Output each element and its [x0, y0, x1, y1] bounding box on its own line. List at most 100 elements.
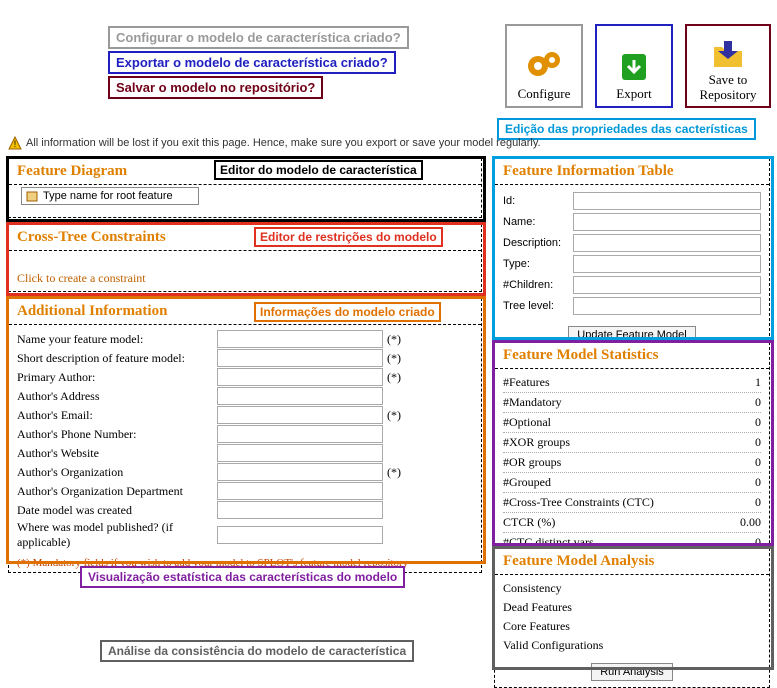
info-input[interactable] [573, 213, 761, 231]
callout-feature-diagram: Editor do modelo de característica [214, 160, 423, 180]
folder-arrow-icon [708, 39, 748, 71]
form-row: Author's Organization(*) [17, 463, 473, 481]
info-row: #Children: [503, 276, 761, 294]
required-mark: (*) [387, 408, 401, 423]
warning-text: All information will be lost if you exit… [26, 137, 541, 149]
form-row: Name your feature model:(*) [17, 330, 473, 348]
info-row: Name: [503, 213, 761, 231]
save-button[interactable]: Save to Repository [685, 24, 771, 108]
info-label: Name: [503, 216, 573, 228]
configure-button[interactable]: Configure [505, 24, 583, 108]
info-input[interactable] [573, 297, 761, 315]
required-mark: (*) [387, 332, 401, 347]
additional-panel: Additional Information Name your feature… [8, 298, 482, 573]
form-input[interactable] [217, 349, 383, 367]
form-label: Short description of feature model: [17, 351, 217, 366]
stat-key: #Cross-Tree Constraints (CTC) [503, 495, 654, 510]
form-row: Author's Website [17, 444, 473, 462]
stat-key: #Optional [503, 415, 551, 430]
form-row: Short description of feature model: (*) [17, 349, 473, 367]
callout-analysis: Análise da consistência do modelo de car… [100, 640, 414, 662]
form-input[interactable] [217, 463, 383, 481]
stat-row: #Cross-Tree Constraints (CTC) 0 [503, 493, 761, 513]
info-input[interactable] [573, 192, 761, 210]
stats-panel: Feature Model Statistics #Features1#Mand… [494, 342, 770, 578]
info-row: Description: [503, 234, 761, 252]
form-label: Author's Phone Number: [17, 427, 217, 442]
form-input[interactable] [217, 482, 383, 500]
callout-export: Exportar o modelo de característica cria… [108, 51, 396, 74]
form-label: Author's Address [17, 389, 217, 404]
stat-key: #Features [503, 375, 550, 390]
info-table-panel: Feature Information Table Id: Name: Descri… [494, 158, 770, 351]
stat-value: 1 [755, 375, 761, 390]
form-input[interactable] [217, 425, 383, 443]
form-input[interactable] [217, 368, 383, 386]
info-row: Tree level: [503, 297, 761, 315]
stat-value: 0 [755, 395, 761, 410]
feature-icon [26, 190, 38, 202]
info-label: Tree level: [503, 300, 573, 312]
analysis-title: Feature Model Analysis [495, 549, 769, 575]
form-label: Date model was created [17, 503, 217, 518]
form-row: Date model was created [17, 501, 473, 519]
info-row: Id: [503, 192, 761, 210]
root-feature-input[interactable] [42, 189, 194, 203]
stat-row: #XOR groups0 [503, 433, 761, 453]
form-row: Author's Phone Number: [17, 425, 473, 443]
form-input[interactable] [217, 387, 383, 405]
form-label: Where was model published? (if applicabl… [17, 520, 217, 550]
info-label: #Children: [503, 279, 573, 291]
callout-additional: Informações do modelo criado [254, 302, 441, 322]
export-label: Export [616, 86, 651, 102]
form-input[interactable] [217, 501, 383, 519]
form-label: Author's Website [17, 446, 217, 461]
info-label: Id: [503, 195, 573, 207]
form-input[interactable] [217, 406, 383, 424]
warning-row: ! All information will be lost if you ex… [8, 136, 541, 150]
info-label: Description: [503, 237, 573, 249]
stat-value: 0 [755, 475, 761, 490]
create-constraint-link[interactable]: Click to create a constraint [9, 269, 481, 290]
gear-icon [524, 48, 564, 84]
required-mark: (*) [387, 351, 401, 366]
stat-key: #Grouped [503, 475, 551, 490]
export-button[interactable]: Export [595, 24, 673, 108]
form-input[interactable] [217, 330, 383, 348]
info-row: Type: [503, 255, 761, 273]
save-label: Save to Repository [687, 73, 769, 102]
analysis-panel: Feature Model Analysis ConsistencyDead F… [494, 548, 770, 688]
callout-save: Salvar o modelo no repositório? [108, 76, 323, 99]
stat-value: 0 [755, 495, 761, 510]
form-row: Author's Organization Department [17, 482, 473, 500]
info-input[interactable] [573, 234, 761, 252]
analysis-row: Valid Configurations [503, 636, 761, 655]
run-analysis-button[interactable]: Run Analysis [591, 663, 673, 681]
form-label: Primary Author: [17, 370, 217, 385]
stat-row: #OR groups0 [503, 453, 761, 473]
form-input[interactable] [217, 526, 383, 544]
form-row: Primary Author:(*) [17, 368, 473, 386]
warning-icon: ! [8, 136, 22, 150]
stat-row: #Features 1 [503, 373, 761, 393]
analysis-row: Core Features [503, 617, 761, 636]
form-input[interactable] [217, 444, 383, 462]
form-row: Where was model published? (if applicabl… [17, 520, 473, 550]
callout-stats: Visualização estatística das característ… [80, 566, 405, 588]
info-input[interactable] [573, 276, 761, 294]
stat-key: CTCR (%) [503, 515, 555, 530]
required-mark: (*) [387, 465, 401, 480]
form-row: Author's Email:(*) [17, 406, 473, 424]
stat-row: CTCR (%)0.00 [503, 513, 761, 533]
form-label: Author's Organization Department [17, 484, 217, 499]
info-table-title: Feature Information Table [495, 159, 769, 185]
export-icon [614, 48, 654, 84]
callout-constraints: Editor de restrições do modelo [254, 227, 443, 247]
stat-key: #OR groups [503, 455, 561, 470]
stat-key: #XOR groups [503, 435, 570, 450]
info-input[interactable] [573, 255, 761, 273]
configure-label: Configure [518, 86, 571, 102]
analysis-row: Consistency [503, 579, 761, 598]
toolbar: Configure Export Save to Repository [505, 24, 771, 108]
stat-row: #Grouped 0 [503, 473, 761, 493]
